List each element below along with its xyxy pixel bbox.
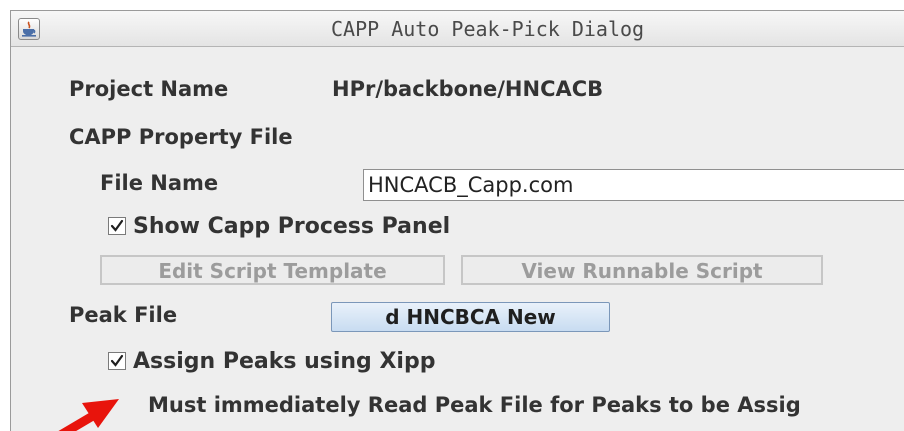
show-capp-process-panel-checkbox[interactable]: Show Capp Process Panel — [108, 211, 450, 241]
capp-property-file-label: CAPP Property File — [69, 125, 293, 149]
file-name-label: File Name — [100, 171, 219, 195]
edit-script-template-button[interactable]: Edit Script Template — [100, 255, 445, 285]
assign-warning-text: Must immediately Read Peak File for Peak… — [148, 393, 801, 417]
checkbox-checked-icon[interactable] — [108, 217, 126, 235]
peak-file-button[interactable]: d HNCBCA New — [331, 302, 610, 332]
file-name-field[interactable]: HNCACB_Capp.com — [363, 169, 904, 201]
title-bar[interactable]: CAPP Auto Peak-Pick Dialog — [11, 11, 904, 47]
java-app-icon[interactable] — [18, 18, 40, 40]
peak-file-label: Peak File — [69, 303, 178, 327]
show-capp-process-panel-label: Show Capp Process Panel — [133, 213, 451, 239]
checkbox-checked-icon[interactable] — [108, 352, 126, 370]
assign-peaks-label: Assign Peaks using Xipp — [133, 348, 436, 374]
red-arrow-icon — [58, 399, 119, 431]
view-runnable-script-button[interactable]: View Runnable Script — [461, 255, 823, 285]
project-name-label: Project Name — [69, 77, 229, 101]
window-title: CAPP Auto Peak-Pick Dialog — [331, 17, 645, 41]
project-name-value: HPr/backbone/HNCACB — [332, 77, 604, 101]
assign-peaks-checkbox[interactable]: Assign Peaks using Xipp — [108, 346, 435, 376]
dialog-window: CAPP Auto Peak-Pick Dialog Project Name … — [10, 10, 904, 431]
